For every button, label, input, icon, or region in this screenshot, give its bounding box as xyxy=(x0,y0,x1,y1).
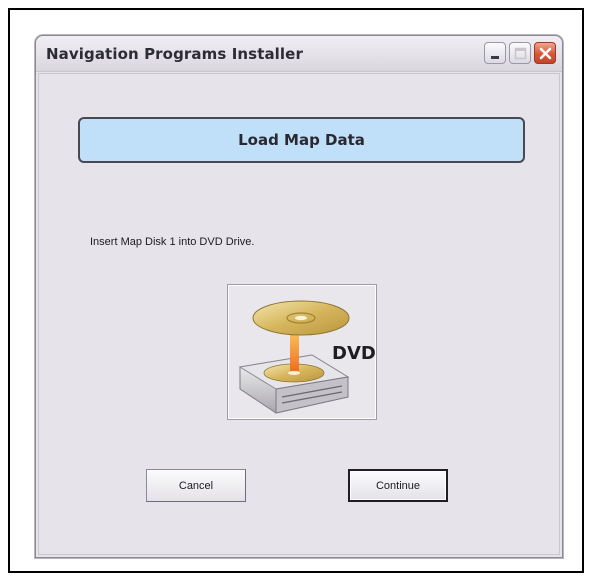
installer-window: Navigation Programs Installer Load Map D… xyxy=(35,35,563,558)
banner-title: Load Map Data xyxy=(238,131,365,149)
continue-button[interactable]: Continue xyxy=(348,469,448,502)
cancel-button[interactable]: Cancel xyxy=(146,469,246,502)
instruction-text: Insert Map Disk 1 into DVD Drive. xyxy=(90,236,255,248)
close-icon xyxy=(539,47,552,60)
close-button[interactable] xyxy=(534,42,556,64)
dvd-drive-icon: DVD xyxy=(238,300,376,414)
window-title: Navigation Programs Installer xyxy=(46,45,303,63)
header-banner: Load Map Data xyxy=(78,117,525,163)
dvd-drive-image: DVD xyxy=(227,284,377,420)
window-controls xyxy=(484,42,556,64)
minimize-icon xyxy=(491,56,499,59)
minimize-button[interactable] xyxy=(484,42,506,64)
maximize-button[interactable] xyxy=(509,42,531,64)
dvd-label: DVD xyxy=(332,343,376,364)
title-bar[interactable]: Navigation Programs Installer xyxy=(36,36,562,72)
maximize-icon xyxy=(514,47,527,60)
